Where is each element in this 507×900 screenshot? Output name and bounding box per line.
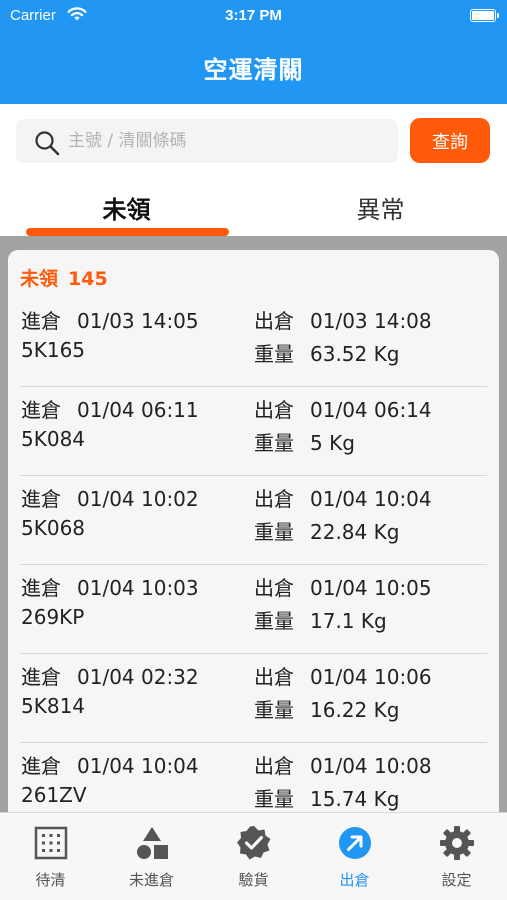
list-item[interactable]: 進倉 01/04 06:11 5K084 出倉 01/04 06:14 重量 5 Kg (20, 387, 487, 476)
arrow-out-circle-icon (337, 825, 373, 861)
in-label: 進倉 (21, 754, 61, 778)
in-time: 01/04 10:02 (77, 487, 199, 511)
out-time: 01/04 06:14 (310, 398, 432, 422)
summary-label: 未領 (20, 268, 59, 290)
weight-value: 16.22 Kg (310, 698, 400, 722)
out-label: 出倉 (254, 487, 294, 511)
tab-abnormal[interactable]: 異常 (254, 190, 507, 236)
in-time: 01/04 10:03 (77, 576, 199, 600)
weight-label: 重量 (254, 520, 294, 544)
app-header: Carrier 3:17 PM 空運清關 (0, 0, 507, 104)
nav-label: 出倉 (339, 871, 370, 889)
out-time: 01/03 14:08 (310, 309, 432, 333)
shapes-icon (134, 825, 170, 861)
search-icon (34, 130, 60, 160)
search-box (16, 119, 398, 163)
weight-label: 重量 (254, 698, 294, 722)
item-code: 5K165 (21, 338, 86, 362)
in-label: 進倉 (21, 487, 61, 511)
weight-value: 63.52 Kg (310, 342, 400, 366)
active-tab-indicator (26, 228, 229, 236)
list-item[interactable]: 進倉 01/04 02:32 5K814 出倉 01/04 10:06 重量 16.2… (20, 654, 487, 743)
list-item[interactable]: 進倉 01/03 14:05 5K165 出倉 01/03 14:08 重量 63.5… (20, 298, 487, 387)
in-time: 01/04 10:04 (77, 754, 199, 778)
item-code: 5K084 (21, 427, 86, 451)
in-label: 進倉 (21, 309, 61, 333)
page-title: 空運清關 (203, 56, 304, 84)
item-code: 261ZV (21, 783, 87, 807)
item-code: 269KP (21, 605, 85, 629)
nav-label: 驗貨 (238, 871, 269, 889)
in-label: 進倉 (21, 665, 61, 689)
in-time: 01/03 14:05 (77, 309, 199, 333)
in-label: 進倉 (21, 576, 61, 600)
records-card: 未領 145 進倉 01/03 14:05 5K165 出倉 01/03 14:08 … (8, 250, 499, 850)
gear-icon (439, 825, 475, 861)
summary-count: 145 (68, 268, 108, 290)
weight-label: 重量 (254, 609, 294, 633)
out-label: 出倉 (254, 309, 294, 333)
weight-value: 22.84 Kg (310, 520, 400, 544)
battery-icon (470, 9, 499, 22)
weight-value: 17.1 Kg (310, 609, 387, 633)
nav-label: 未進倉 (128, 871, 174, 889)
in-label: 進倉 (21, 398, 61, 422)
item-code: 5K068 (21, 516, 86, 540)
out-label: 出倉 (254, 665, 294, 689)
nav-item-not-in-warehouse[interactable]: 未進倉 (101, 813, 202, 900)
weight-value: 15.74 Kg (310, 787, 400, 811)
bottom-nav: 待清 未進倉 驗貨 出倉 設定 (0, 812, 507, 900)
search-button[interactable]: 查詢 (410, 118, 490, 163)
out-label: 出倉 (254, 576, 294, 600)
grid-icon (33, 825, 69, 861)
out-label: 出倉 (254, 754, 294, 778)
out-time: 01/04 10:05 (310, 576, 432, 600)
list-item[interactable]: 進倉 01/04 10:02 5K068 出倉 01/04 10:04 重量 22.8… (20, 476, 487, 565)
item-code: 5K814 (21, 694, 86, 718)
out-time: 01/04 10:04 (310, 487, 432, 511)
nav-item-pending[interactable]: 待清 (0, 813, 101, 900)
nav-item-out-warehouse[interactable]: 出倉 (304, 813, 405, 900)
verified-badge-icon (236, 825, 272, 861)
nav-item-settings[interactable]: 設定 (406, 813, 507, 900)
weight-label: 重量 (254, 342, 294, 366)
weight-label: 重量 (254, 431, 294, 455)
weight-value: 5 Kg (310, 431, 355, 455)
in-time: 01/04 06:11 (77, 398, 199, 422)
out-time: 01/04 10:08 (310, 754, 432, 778)
search-input[interactable] (68, 119, 388, 163)
nav-label: 待清 (35, 871, 66, 889)
clock: 3:17 PM (225, 7, 282, 24)
in-time: 01/04 02:32 (77, 665, 199, 689)
summary-header: 未領 145 (20, 264, 108, 291)
status-bar: Carrier 3:17 PM (0, 0, 507, 34)
list-item[interactable]: 進倉 01/04 10:03 269KP 出倉 01/04 10:05 重量 17.1… (20, 565, 487, 654)
weight-label: 重量 (254, 787, 294, 811)
out-label: 出倉 (254, 398, 294, 422)
out-time: 01/04 10:06 (310, 665, 432, 689)
nav-item-inspection[interactable]: 驗貨 (203, 813, 304, 900)
nav-label: 設定 (441, 871, 472, 889)
